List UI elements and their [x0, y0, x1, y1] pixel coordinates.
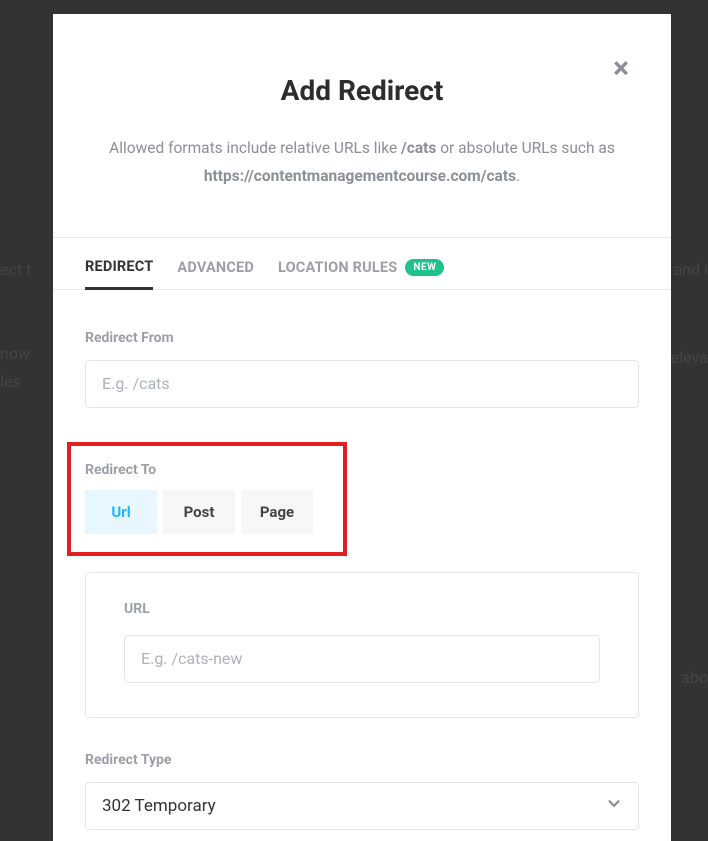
tab-advanced[interactable]: ADVANCED — [177, 258, 254, 289]
redirect-to-option-url[interactable]: Url — [85, 490, 157, 534]
close-icon[interactable]: × — [613, 54, 629, 84]
redirect-to-block: Redirect To Url Post Page URL — [85, 442, 639, 718]
new-badge: NEW — [405, 259, 444, 276]
modal-header: × Add Redirect Allowed formats include r… — [53, 14, 671, 238]
bg-text: eleva — [671, 348, 708, 367]
subtitle-text: Allowed formats include relative URLs li… — [109, 139, 401, 157]
redirect-to-highlight: Redirect To Url Post Page — [67, 442, 347, 556]
modal-body: Redirect From Redirect To Url Post Page … — [53, 290, 671, 841]
modal-title: Add Redirect — [103, 74, 621, 107]
redirect-type-select-wrapper: 302 Temporary — [85, 782, 639, 830]
subtitle-example: /cats — [401, 139, 436, 157]
redirect-to-option-page[interactable]: Page — [241, 490, 313, 534]
modal-subtitle: Allowed formats include relative URLs li… — [103, 135, 621, 191]
add-redirect-modal: × Add Redirect Allowed formats include r… — [53, 14, 671, 841]
tab-label: LOCATION RULES — [278, 259, 397, 276]
bg-text: abo — [681, 668, 708, 687]
tab-bar: REDIRECT ADVANCED LOCATION RULES NEW — [53, 238, 671, 290]
url-label: URL — [124, 601, 600, 617]
redirect-to-option-post[interactable]: Post — [163, 490, 235, 534]
redirect-type-select[interactable]: 302 Temporary — [85, 782, 639, 830]
subtitle-example: https://contentmanagementcourse.com/cats — [204, 167, 516, 185]
redirect-to-segmented: Url Post Page — [85, 490, 329, 534]
redirect-from-field: Redirect From — [85, 330, 639, 408]
redirect-type-field: Redirect Type 302 Temporary This tells s… — [85, 752, 639, 841]
bg-text: les — [0, 372, 21, 391]
subtitle-text: or absolute URLs such as — [436, 139, 614, 157]
tab-redirect[interactable]: REDIRECT — [85, 258, 153, 290]
redirect-to-label: Redirect To — [85, 462, 329, 478]
redirect-type-label: Redirect Type — [85, 752, 639, 768]
bg-text: and i — [674, 260, 708, 279]
subtitle-text: . — [516, 167, 520, 185]
url-input[interactable] — [124, 635, 600, 683]
redirect-from-label: Redirect From — [85, 330, 639, 346]
redirect-from-input[interactable] — [85, 360, 639, 408]
tab-location-rules[interactable]: LOCATION RULES NEW — [278, 258, 444, 289]
url-subpanel: URL — [85, 572, 639, 718]
bg-text: ect t — [0, 260, 31, 279]
bg-text: now — [0, 344, 30, 363]
